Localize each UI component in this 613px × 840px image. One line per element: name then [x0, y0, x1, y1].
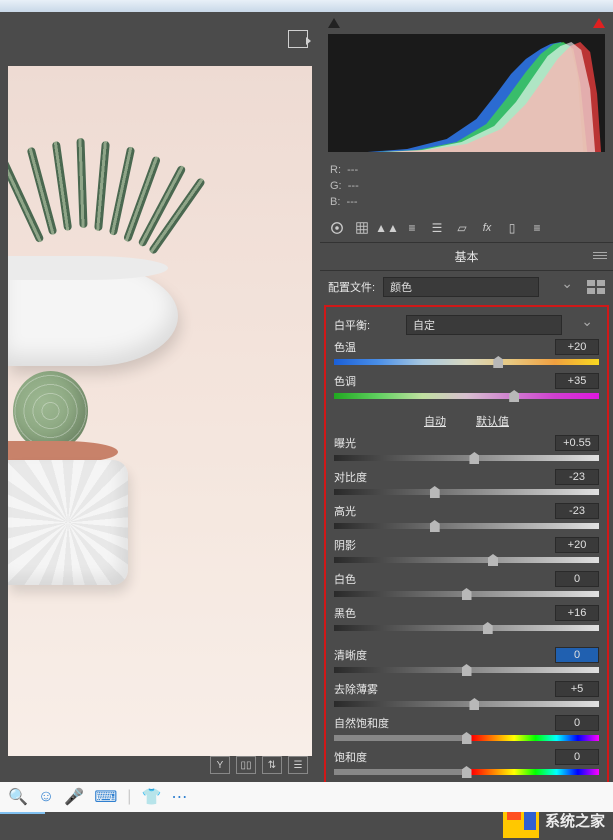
brand-text: 系统之家 [545, 810, 605, 831]
clarity-label: 清晰度 [334, 647, 398, 663]
grid-tool-icon[interactable] [351, 218, 373, 238]
pot-decoration [8, 266, 178, 366]
shadows-slider[interactable] [334, 557, 599, 563]
os-taskbar: 🔍 ☺ 🎤 ⌨ | 👕 ⋯ [0, 782, 613, 812]
panel-title: 基本 [454, 250, 478, 264]
panel-header: 基本 [320, 243, 613, 271]
histogram[interactable] [328, 34, 605, 152]
dehaze-label: 去除薄雾 [334, 681, 398, 697]
profile-label: 配置文件: [328, 279, 375, 295]
highlights-slider[interactable] [334, 523, 599, 529]
shadows-label: 阴影 [334, 537, 398, 553]
fx-icon[interactable]: fx [476, 218, 498, 238]
presets-icon[interactable]: ≡ [526, 218, 548, 238]
temp-label: 色温 [334, 339, 398, 355]
mic-icon[interactable]: 🎤 [64, 787, 84, 807]
more-icon[interactable]: ⋯ [171, 787, 187, 807]
distort-icon[interactable]: ▱ [451, 218, 473, 238]
saturation-label: 饱和度 [334, 749, 398, 765]
whites-slider[interactable] [334, 591, 599, 597]
switch-icon[interactable]: ⇅ [262, 756, 282, 774]
compare-icon[interactable]: ▯▯ [236, 756, 256, 774]
shirt-icon[interactable]: 👕 [141, 787, 161, 807]
temp-slider[interactable] [334, 359, 599, 365]
wb-label: 白平衡: [334, 317, 398, 333]
exposure-slider[interactable] [334, 455, 599, 461]
auto-button[interactable]: 自动 [424, 413, 446, 429]
divider-icon: | [127, 788, 131, 806]
search-icon[interactable]: 🔍 [8, 787, 28, 807]
contrast-label: 对比度 [334, 469, 398, 485]
whites-value[interactable] [555, 571, 599, 587]
vibrance-value[interactable] [555, 715, 599, 731]
cactus-decoration [13, 371, 88, 451]
wb-select[interactable] [406, 315, 562, 335]
pot2-decoration [8, 441, 128, 581]
vibrance-slider[interactable] [334, 735, 599, 741]
list-icon[interactable]: ≡ [401, 218, 423, 238]
dehaze-value[interactable] [555, 681, 599, 697]
tint-value[interactable] [555, 373, 599, 389]
window-titlebar [0, 0, 613, 12]
tint-slider[interactable] [334, 393, 599, 399]
contrast-slider[interactable] [334, 489, 599, 495]
highlights-value[interactable] [555, 503, 599, 519]
clarity-slider[interactable] [334, 667, 599, 673]
highlighted-settings-box: 白平衡: 色温 色调 自动 默认值 曝光 对比度 高光 阴影 白色 黑色 清 [324, 305, 609, 793]
blacks-value[interactable] [555, 605, 599, 621]
tool-icon-row: ▲▲ ≡ ☰ ▱ fx ▯ ≡ [320, 214, 613, 243]
rgb-readout: R: --- G: --- B: --- [320, 158, 613, 214]
shadows-value[interactable] [555, 537, 599, 553]
blacks-slider[interactable] [334, 625, 599, 631]
exposure-value[interactable] [555, 435, 599, 451]
default-button[interactable]: 默认值 [476, 413, 509, 429]
image-panel: Y ▯▯ ⇅ ☰ [0, 12, 320, 782]
vibrance-label: 自然饱和度 [334, 715, 398, 731]
dehaze-slider[interactable] [334, 701, 599, 707]
profile-browse-icon[interactable] [587, 280, 605, 294]
tint-label: 色调 [334, 373, 398, 389]
saturation-slider[interactable] [334, 769, 599, 775]
export-icon[interactable] [288, 30, 308, 48]
panel-menu-icon[interactable] [593, 250, 607, 261]
profile-select[interactable] [383, 277, 539, 297]
shadow-clip-icon[interactable] [328, 18, 340, 28]
adjustments-panel: R: --- G: --- B: --- ▲▲ ≡ ☰ ▱ fx ▯ ≡ 基本 … [320, 12, 613, 782]
settings-sliders-icon[interactable]: ☰ [288, 756, 308, 774]
whites-label: 白色 [334, 571, 398, 587]
contrast-value[interactable] [555, 469, 599, 485]
saturation-value[interactable] [555, 749, 599, 765]
image-canvas[interactable] [8, 66, 312, 756]
toggle-y-button[interactable]: Y [210, 756, 230, 774]
flip-icon[interactable]: ▲▲ [376, 218, 398, 238]
bars-icon[interactable]: ☰ [426, 218, 448, 238]
temp-value[interactable] [555, 339, 599, 355]
aperture-icon[interactable] [326, 218, 348, 238]
keyboard-icon[interactable]: ⌨ [94, 787, 117, 807]
blacks-label: 黑色 [334, 605, 398, 621]
film-icon[interactable]: ▯ [501, 218, 523, 238]
clarity-value[interactable] [555, 647, 599, 663]
exposure-label: 曝光 [334, 435, 398, 451]
highlights-label: 高光 [334, 503, 398, 519]
emoji-icon[interactable]: ☺ [38, 788, 54, 806]
highlight-clip-icon[interactable] [593, 18, 605, 28]
